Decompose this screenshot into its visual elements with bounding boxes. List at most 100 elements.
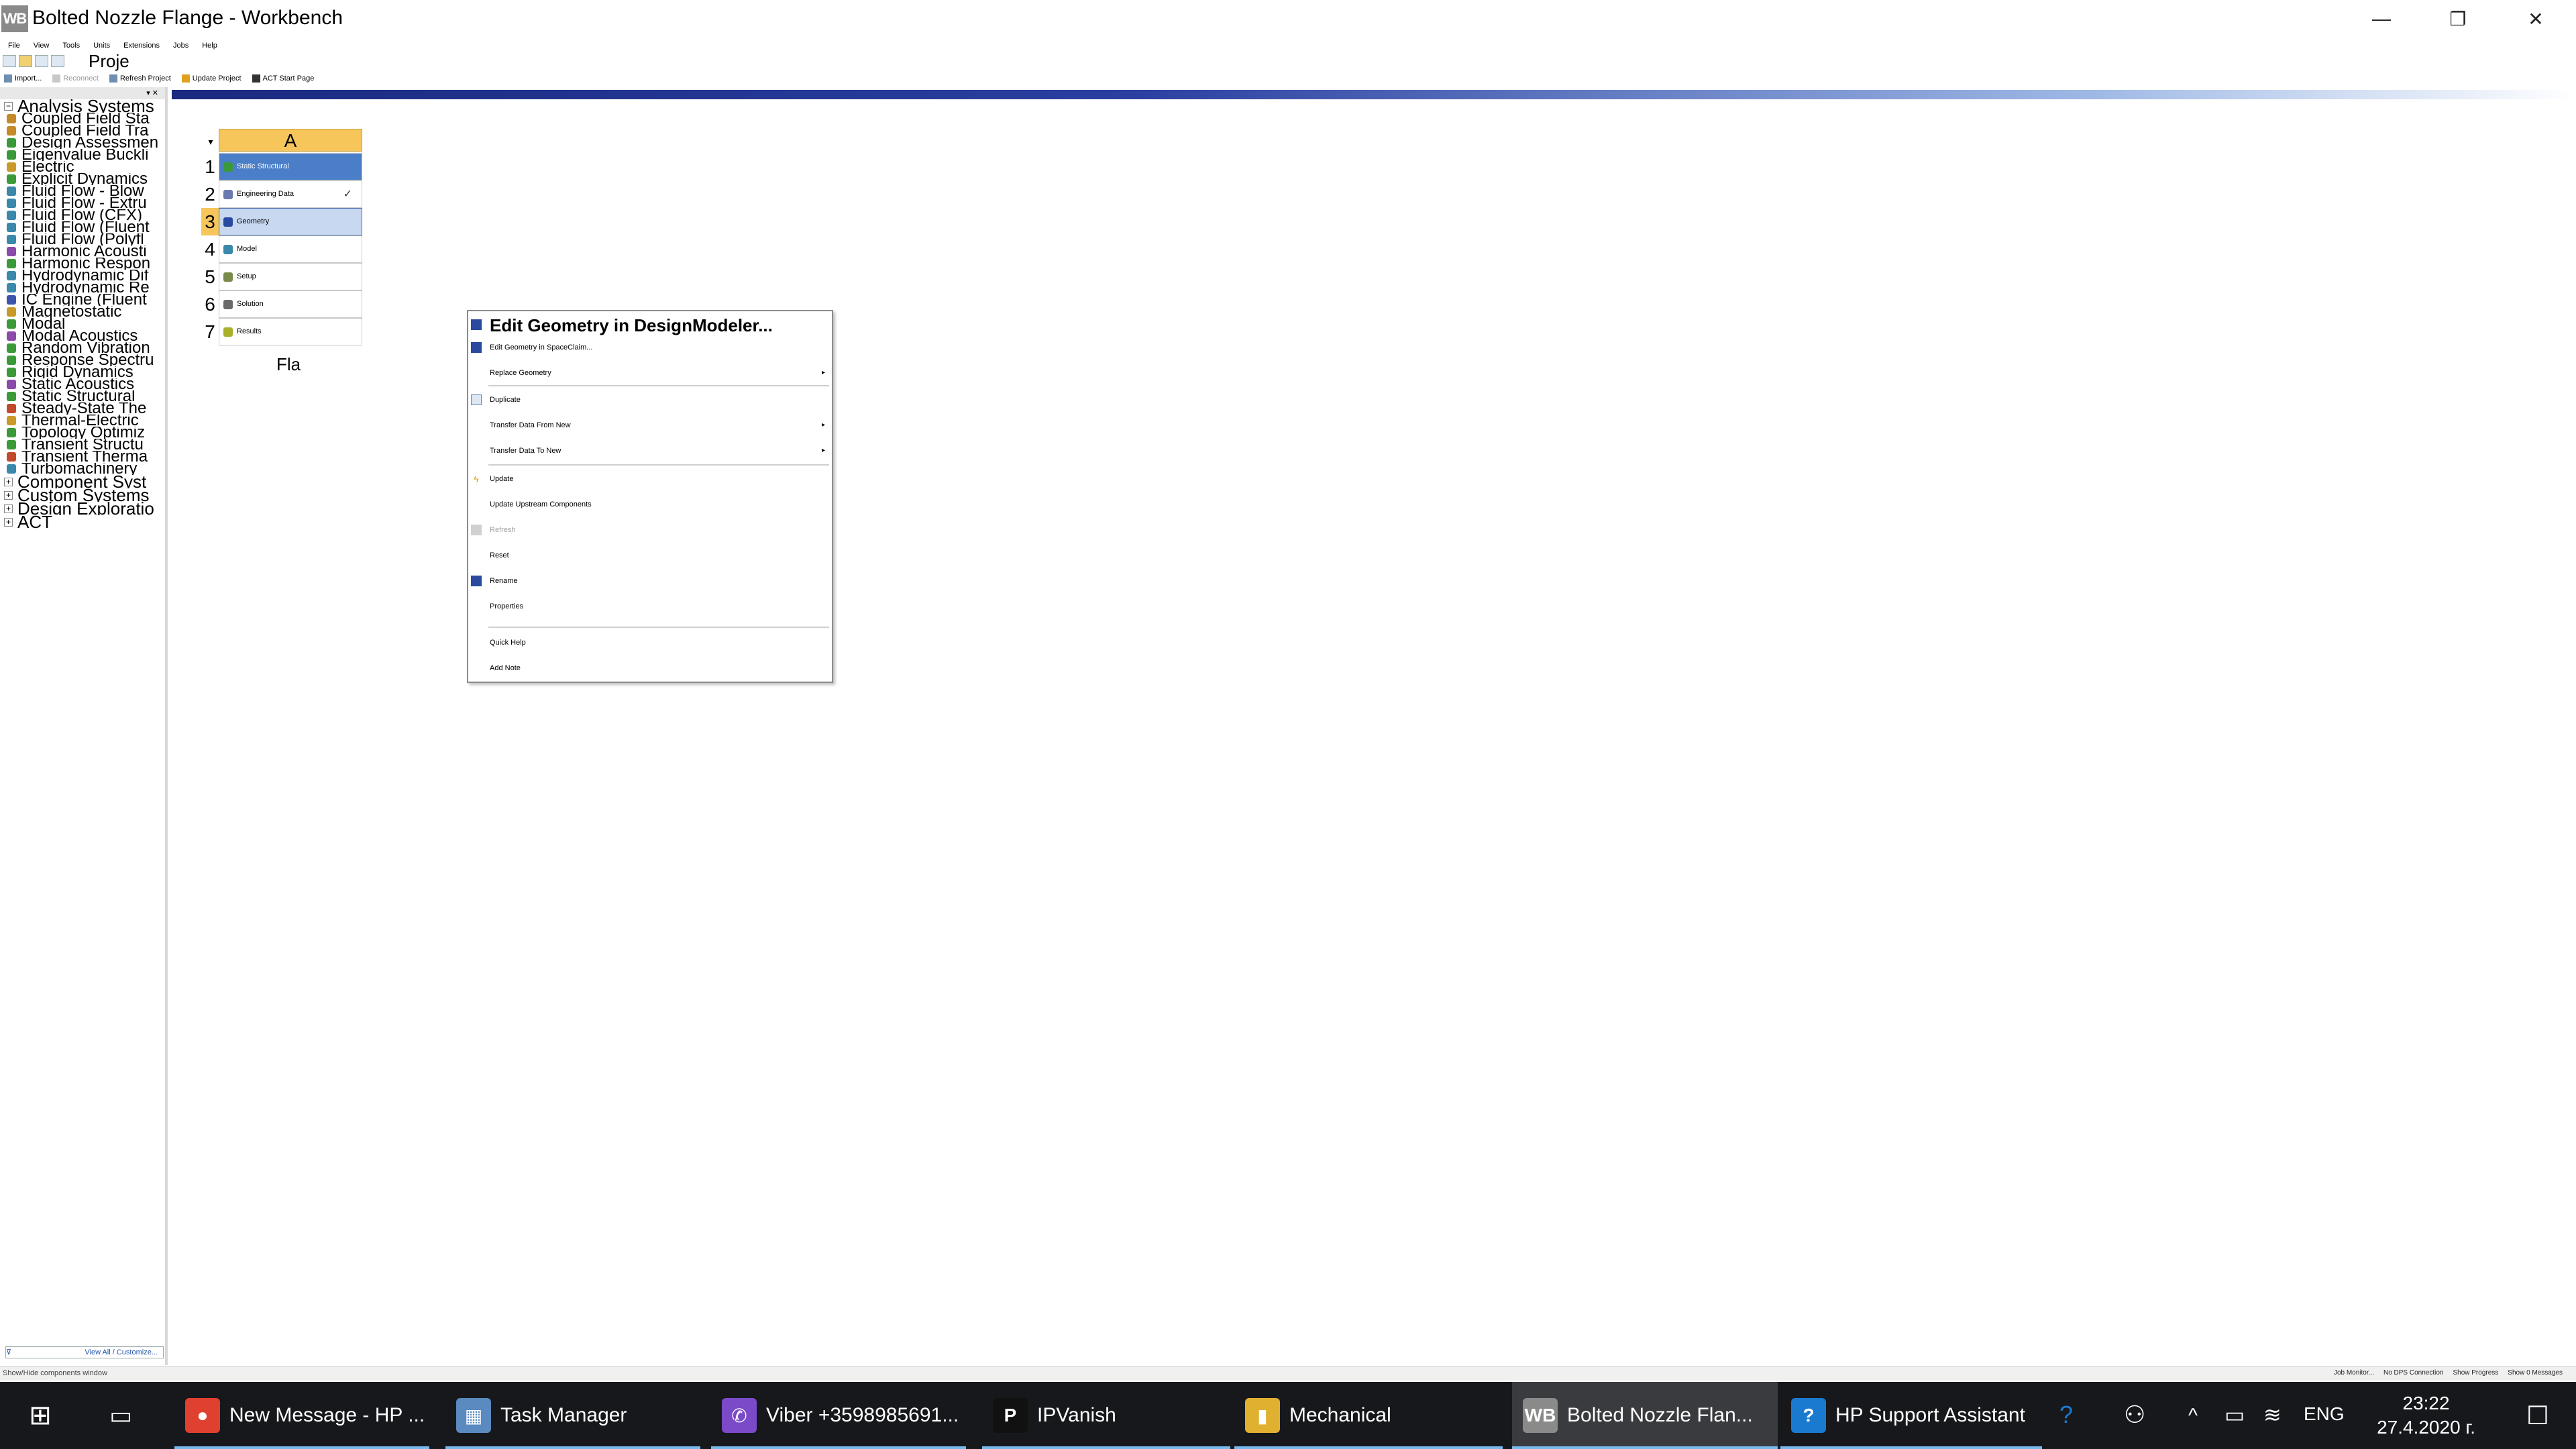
battery-icon[interactable]: ▭ (2224, 1402, 2245, 1428)
menu-reset[interactable]: Reset (468, 547, 832, 564)
menu-units[interactable]: Units (93, 39, 110, 52)
people-icon[interactable]: ⚇ (2124, 1401, 2145, 1429)
toolbox-item[interactable]: Fluid Flow (CFX) (0, 209, 164, 221)
expand-icon[interactable]: + (4, 478, 13, 486)
menu-transfer-to-new[interactable]: Transfer Data To New ▸ (468, 443, 832, 459)
cell-body[interactable]: Geometry (219, 208, 362, 235)
system-cell[interactable]: 4 Model (201, 235, 364, 263)
system-name-label[interactable]: Fla (276, 354, 301, 375)
cell-body[interactable]: Model (219, 235, 362, 263)
taskbar-app[interactable]: WB Bolted Nozzle Flan... (1512, 1382, 1778, 1449)
expand-icon[interactable]: + (4, 518, 13, 527)
menu-add-note[interactable]: Add Note (468, 660, 832, 676)
toolbox-item[interactable]: Steady-State The (0, 402, 164, 415)
menu-edit-designmodeler[interactable]: Edit Geometry in DesignModeler... (468, 314, 832, 337)
toolbox-item[interactable]: Hydrodynamic Dif (0, 270, 164, 282)
toolbox-item[interactable]: Fluid Flow (Fluent (0, 221, 164, 233)
toolbox-item[interactable]: Harmonic Acousti (0, 246, 164, 258)
save-as-icon[interactable] (51, 55, 64, 67)
system-cell[interactable]: 6 Solution (201, 290, 364, 318)
toolbox-item[interactable]: Hydrodynamic Re (0, 282, 164, 294)
toolbox-item[interactable]: Response Spectru (0, 354, 164, 366)
act-start-page-button[interactable]: ACT Start Page (252, 74, 314, 83)
system-cell[interactable]: 1 Static Structural (201, 153, 364, 180)
toolbox-item[interactable]: Harmonic Respon (0, 258, 164, 270)
toolbox-item[interactable]: Static Acoustics (0, 378, 164, 390)
show-progress-button[interactable]: Show Progress (2453, 1369, 2498, 1377)
taskbar-app[interactable]: P IPVanish (982, 1382, 1230, 1449)
menu-replace-geometry[interactable]: Replace Geometry ▸ (468, 365, 832, 381)
toolbox-item[interactable]: Transient Therma (0, 451, 164, 463)
menu-quick-help[interactable]: Quick Help (468, 635, 832, 651)
menu-jobs[interactable]: Jobs (173, 39, 189, 52)
help-tray-icon[interactable]: ? (2059, 1401, 2073, 1429)
expand-icon[interactable]: + (4, 491, 13, 500)
menu-extensions[interactable]: Extensions (123, 39, 160, 52)
project-schematic[interactable]: ▾ A 1 Static Structural 2 Engineering Data ✓… (172, 87, 2576, 1365)
job-monitor-button[interactable]: Job Monitor... (2334, 1369, 2374, 1377)
start-button[interactable]: ⊞ (13, 1382, 67, 1449)
toolbox-item[interactable]: Design Assessmen (0, 137, 164, 149)
toolbox-header[interactable]: ▾ ✕ (0, 87, 165, 99)
toolbox-item[interactable]: Fluid Flow - Blow (0, 185, 164, 197)
taskbar-app[interactable]: ● New Message - HP ... (174, 1382, 429, 1449)
toolbox-item[interactable]: Eigenvalue Buckli (0, 149, 164, 161)
menu-update-upstream[interactable]: Update Upstream Components (468, 496, 832, 513)
close-button[interactable]: ✕ (2497, 0, 2575, 38)
view-all-customize-button[interactable]: ⊽ View All / Customize... (5, 1346, 164, 1358)
refresh-project-button[interactable]: Refresh Project (109, 74, 171, 83)
dps-connection-button[interactable]: No DPS Connection (2383, 1369, 2444, 1377)
toolbox-item[interactable]: Coupled Field Sta (0, 113, 164, 125)
taskbar-app[interactable]: ? HP Support Assistant (1780, 1382, 2042, 1449)
toolbox-item[interactable]: Modal (0, 318, 164, 330)
toolbox-group[interactable]: + Component Syst (0, 475, 165, 488)
toolbox-item[interactable]: Random Vibration (0, 342, 164, 354)
save-project-icon[interactable] (35, 55, 48, 67)
cell-body[interactable]: Solution (219, 290, 362, 318)
taskbar-app[interactable]: ▮ Mechanical (1234, 1382, 1503, 1449)
wifi-icon[interactable]: ≋ (2263, 1402, 2282, 1428)
show-messages-button[interactable]: Show 0 Messages (2508, 1369, 2563, 1377)
menu-rename[interactable]: Rename (468, 573, 832, 589)
toolbox-item[interactable]: Rigid Dynamics (0, 366, 164, 378)
minimize-button[interactable]: — (2343, 0, 2420, 38)
toolbox-group[interactable]: + Design Exploratio (0, 502, 165, 515)
menu-file[interactable]: File (8, 39, 20, 52)
cell-body[interactable]: Setup (219, 263, 362, 290)
menu-edit-spaceclaim[interactable]: Edit Geometry in SpaceClaim... (468, 339, 832, 356)
new-project-icon[interactable] (3, 55, 16, 67)
menu-properties[interactable]: Properties (468, 598, 832, 614)
cell-body[interactable]: Engineering Data ✓ (219, 180, 362, 208)
toolbox-item[interactable]: Electric (0, 161, 164, 173)
toolbox-item[interactable]: Coupled Field Tra (0, 125, 164, 137)
toolbox-group[interactable]: + ACT (0, 515, 165, 529)
toolbox-item[interactable]: Explicit Dynamics (0, 173, 164, 185)
cell-body[interactable]: Static Structural (219, 153, 362, 180)
toolbox-item[interactable]: IC Engine (Fluent (0, 294, 164, 306)
chevron-up-icon[interactable]: ^ (2188, 1405, 2198, 1428)
tab-project[interactable]: Proje (89, 52, 129, 70)
system-cell[interactable]: 5 Setup (201, 263, 364, 290)
notifications-icon[interactable]: ☐ (2526, 1401, 2549, 1431)
toolbox-item[interactable]: Turbomachinery (0, 463, 164, 475)
toolbox-item[interactable]: Topology Optimiz (0, 427, 164, 439)
import-button[interactable]: Import... (4, 74, 42, 83)
menu-help[interactable]: Help (202, 39, 217, 52)
restore-button[interactable]: ❐ (2419, 0, 2497, 38)
task-view-button[interactable]: ▭ (94, 1382, 148, 1449)
expand-icon[interactable]: + (4, 504, 13, 513)
open-project-icon[interactable] (19, 55, 32, 67)
collapse-icon[interactable]: − (4, 102, 13, 111)
toolbox-item[interactable]: Static Structural (0, 390, 164, 402)
system-cell[interactable]: 3 Geometry (201, 208, 364, 235)
group-analysis-systems[interactable]: − Analysis Systems (0, 99, 165, 113)
clock[interactable]: 23:22 27.4.2020 г. (2377, 1391, 2475, 1440)
toolbox-item[interactable]: Thermal-Electric (0, 415, 164, 427)
taskbar-app[interactable]: ▦ Task Manager (445, 1382, 700, 1449)
toolbox-item[interactable]: Transient Structu (0, 439, 164, 451)
reconnect-button[interactable]: Reconnect (52, 74, 99, 83)
menu-tools[interactable]: Tools (62, 39, 80, 52)
toolbox-item[interactable]: Modal Acoustics (0, 330, 164, 342)
system-cell[interactable]: 2 Engineering Data ✓ (201, 180, 364, 208)
toolbox-group[interactable]: + Custom Systems (0, 488, 165, 502)
